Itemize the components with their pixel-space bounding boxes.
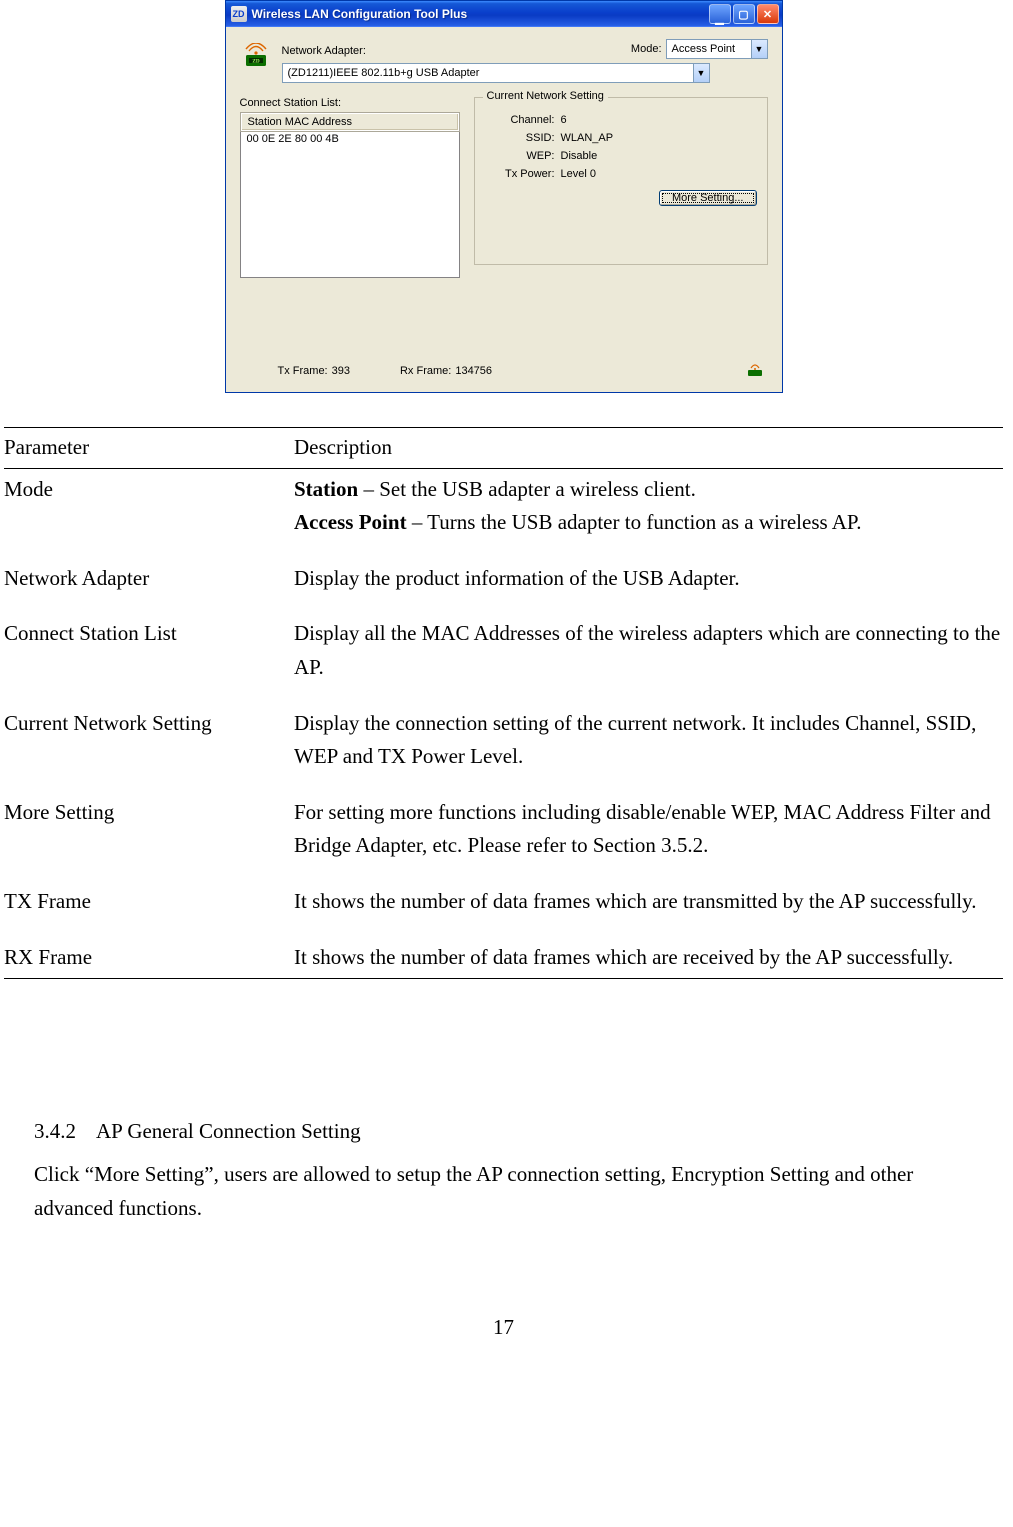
current-network-fieldset: Current Network Setting Channel:6 SSID:W… — [474, 97, 768, 265]
param-mode: Mode — [4, 468, 294, 558]
param-connect-station-list: Connect Station List — [4, 613, 294, 702]
param-network-adapter: Network Adapter — [4, 558, 294, 614]
page-number: 17 — [4, 1315, 1003, 1340]
list-header[interactable]: Station MAC Address — [241, 113, 459, 131]
desc-more-setting: For setting more functions including dis… — [294, 792, 1003, 881]
adapter-value: (ZD1211)IEEE 802.11b+g USB Adapter — [283, 64, 693, 82]
wifi-card-icon: ZD — [240, 43, 272, 69]
channel-value: 6 — [561, 114, 567, 126]
param-more-setting: More Setting — [4, 792, 294, 881]
section-title: AP General Connection Setting — [96, 1119, 361, 1143]
desc-tx-frame: It shows the number of data frames which… — [294, 881, 1003, 937]
section-number: 3.4.2 — [34, 1119, 76, 1143]
section-heading: 3.4.2 AP General Connection Setting — [4, 1119, 1003, 1144]
window-title: Wireless LAN Configuration Tool Plus — [252, 7, 704, 21]
desc-connect-station-list: Display all the MAC Addresses of the wir… — [294, 613, 1003, 702]
more-setting-button[interactable]: More Setting... — [659, 190, 757, 206]
rxframe-value: 134756 — [455, 365, 492, 377]
fieldset-legend: Current Network Setting — [483, 90, 608, 102]
status-icon — [746, 364, 764, 378]
list-item[interactable]: 00 0E 2E 80 00 4B — [241, 131, 459, 147]
wep-value: Disable — [561, 150, 598, 162]
table-head-description: Description — [294, 428, 1003, 469]
station-listbox[interactable]: Station MAC Address 00 0E 2E 80 00 4B — [240, 112, 460, 278]
minimize-button[interactable]: ▁ — [709, 4, 731, 24]
network-adapter-label: Network Adapter: — [282, 45, 366, 57]
svg-text:ZD: ZD — [252, 59, 259, 65]
desc-mode: Station – Set the USB adapter a wireless… — [294, 468, 1003, 558]
desc-network-adapter: Display the product information of the U… — [294, 558, 1003, 614]
table-row: RX Frame It shows the number of data fra… — [4, 937, 1003, 979]
wep-label: WEP: — [485, 150, 555, 162]
maximize-button[interactable]: ▢ — [733, 4, 755, 24]
mode-combo[interactable]: Access Point ▼ — [666, 39, 768, 59]
table-row: Current Network Setting Display the conn… — [4, 703, 1003, 792]
wlan-config-window: ZD Wireless LAN Configuration Tool Plus … — [225, 0, 783, 393]
titlebar: ZD Wireless LAN Configuration Tool Plus … — [226, 1, 782, 27]
param-tx-frame: TX Frame — [4, 881, 294, 937]
section-body: Click “More Setting”, users are allowed … — [4, 1158, 1003, 1225]
table-row: More Setting For setting more functions … — [4, 792, 1003, 881]
channel-label: Channel: — [485, 114, 555, 126]
ssid-value: WLAN_AP — [561, 132, 614, 144]
txframe-label: Tx Frame: — [278, 365, 328, 377]
adapter-combo[interactable]: (ZD1211)IEEE 802.11b+g USB Adapter ▼ — [282, 63, 710, 83]
param-rx-frame: RX Frame — [4, 937, 294, 979]
txframe-value: 393 — [332, 365, 350, 377]
app-title-icon: ZD — [231, 6, 247, 22]
parameter-table: Parameter Description Mode Station – Set… — [4, 427, 1003, 979]
table-row: Network Adapter Display the product info… — [4, 558, 1003, 614]
table-head-parameter: Parameter — [4, 428, 294, 469]
close-button[interactable]: ✕ — [757, 4, 779, 24]
chevron-down-icon[interactable]: ▼ — [751, 40, 767, 58]
txpower-label: Tx Power: — [485, 168, 555, 180]
rxframe-label: Rx Frame: — [400, 365, 451, 377]
desc-current-network-setting: Display the connection setting of the cu… — [294, 703, 1003, 792]
txpower-value: Level 0 — [561, 168, 596, 180]
connect-station-label: Connect Station List: — [240, 97, 460, 109]
table-row: Mode Station – Set the USB adapter a wir… — [4, 468, 1003, 558]
desc-rx-frame: It shows the number of data frames which… — [294, 937, 1003, 979]
mode-value: Access Point — [667, 40, 751, 58]
table-row: TX Frame It shows the number of data fra… — [4, 881, 1003, 937]
ssid-label: SSID: — [485, 132, 555, 144]
param-current-network-setting: Current Network Setting — [4, 703, 294, 792]
table-row: Connect Station List Display all the MAC… — [4, 613, 1003, 702]
chevron-down-icon[interactable]: ▼ — [693, 64, 709, 82]
mode-label: Mode: — [631, 43, 662, 55]
